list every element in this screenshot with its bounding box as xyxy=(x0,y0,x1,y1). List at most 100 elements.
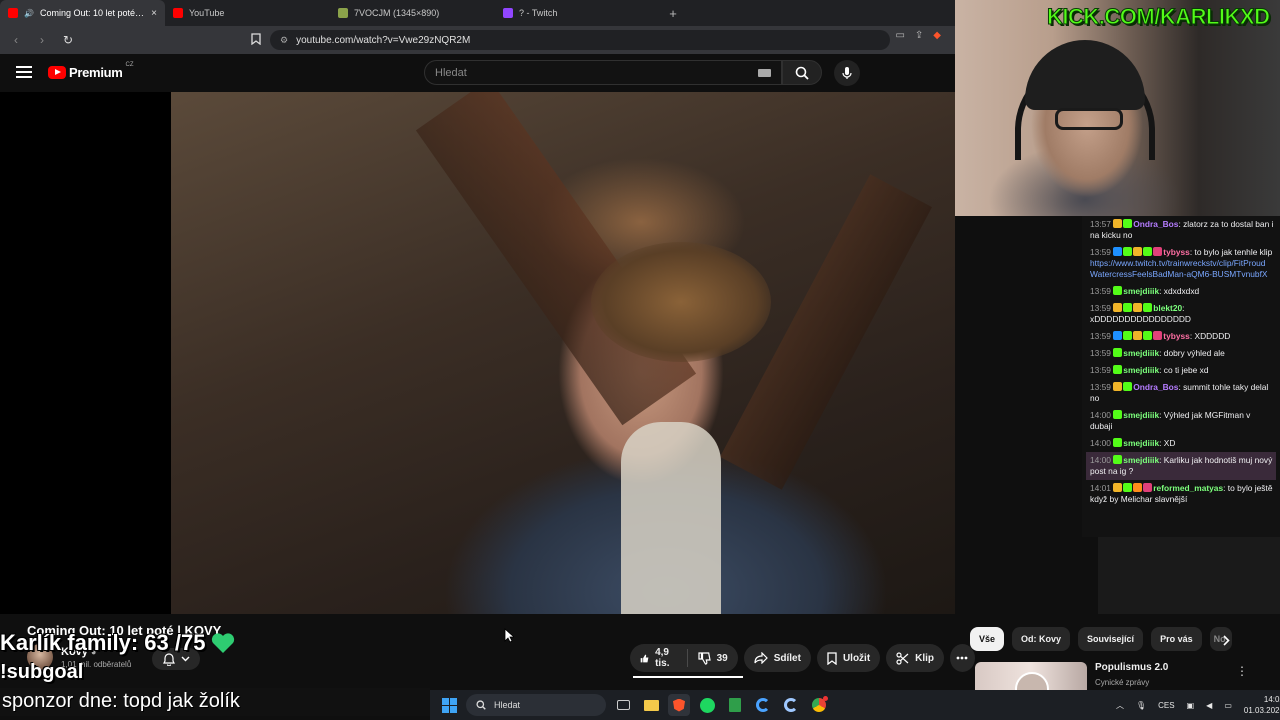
brave-browser-icon[interactable] xyxy=(668,694,690,716)
forward-icon[interactable]: › xyxy=(34,33,50,47)
chat-badge-icon xyxy=(1113,348,1123,357)
office-app-icon[interactable] xyxy=(724,694,746,716)
volume-icon[interactable]: ◀ xyxy=(1206,701,1212,710)
chrome-icon[interactable] xyxy=(808,694,830,716)
browser-tab[interactable]: 7VOCJM (1345×890) xyxy=(330,0,495,26)
chat-badge-icon xyxy=(1143,331,1153,340)
app-c-icon[interactable] xyxy=(752,694,774,716)
windows-start-icon[interactable] xyxy=(438,694,460,716)
chat-timestamp: 13:59 xyxy=(1090,247,1111,257)
video-player[interactable] xyxy=(0,92,955,614)
recommended-channel[interactable]: Cynické zprávy xyxy=(1095,678,1168,687)
chat-text: XDDDDD xyxy=(1194,331,1231,341)
browser-toolbar: ‹ › ↻ ⚙ youtube.com/watch?v=Vwe29zNQR2M … xyxy=(0,26,955,54)
tray-overflow-icon[interactable]: ︿ xyxy=(1116,700,1124,711)
chat-username[interactable]: smejdiiik xyxy=(1123,438,1159,448)
chat-timestamp: 13:59 xyxy=(1090,331,1111,341)
browser-tab[interactable]: YouTube xyxy=(165,0,330,26)
chat-username[interactable]: tybyss xyxy=(1163,247,1190,257)
microphone-tray-icon[interactable]: 🎙 xyxy=(1136,701,1146,710)
chat-username[interactable]: Ondra_Bos xyxy=(1133,382,1178,392)
taskbar-search-label: Hledat xyxy=(494,700,521,710)
clip-button[interactable]: Klip xyxy=(886,644,945,672)
tab-close-icon[interactable]: × xyxy=(151,8,157,19)
chips-next-button[interactable] xyxy=(1218,632,1234,648)
chat-link[interactable]: https://www.twitch.tv/trainwreckstv/clip… xyxy=(1090,258,1267,279)
language-indicator[interactable]: CES xyxy=(1158,701,1174,710)
new-tab-button[interactable]: + xyxy=(660,0,686,26)
filter-chip[interactable]: Od: Kovy xyxy=(1012,627,1071,651)
recommendation-menu-icon[interactable]: ⋮ xyxy=(1236,664,1248,678)
share-button[interactable]: Sdílet xyxy=(743,644,811,672)
chat-badge-icon xyxy=(1143,483,1153,492)
chat-badge-icon xyxy=(1123,331,1133,340)
dislike-button[interactable]: 39 xyxy=(688,644,738,672)
back-icon[interactable]: ‹ xyxy=(8,33,24,47)
browser-tab-bar: 🔊 Coming Out: 10 let poté | KOVY × YouTube 7… xyxy=(0,0,955,26)
clock-time: 14:02 xyxy=(1263,695,1280,704)
url-bar[interactable]: ⚙ youtube.com/watch?v=Vwe29zNQR2M xyxy=(270,30,890,50)
filter-chip[interactable]: Související xyxy=(1078,627,1144,651)
chat-username[interactable]: blekt20 xyxy=(1153,303,1182,313)
search-box xyxy=(424,60,782,85)
share-icon[interactable]: ⇪ xyxy=(915,30,923,41)
spotify-icon[interactable] xyxy=(696,694,718,716)
family-goal-overlay: Karlík family: 63 /75 xyxy=(0,630,235,656)
system-clock[interactable]: 14:02 01.03.2026 xyxy=(1244,694,1280,716)
mouse-cursor-icon xyxy=(504,628,514,643)
network-icon[interactable]: ▣ xyxy=(1187,701,1195,710)
chat-timestamp: 14:00 xyxy=(1090,410,1111,420)
menu-icon[interactable] xyxy=(16,66,32,78)
search-input[interactable] xyxy=(435,66,758,79)
share-label: Sdílet xyxy=(773,652,801,664)
recommended-video[interactable]: Populismus 2.0 Cynické zprávy xyxy=(975,662,1275,690)
chat-username[interactable]: Ondra_Bos xyxy=(1133,219,1178,229)
chat-overlay: 13:57 Ondra_Bos: zlatorz za to dostal ba… xyxy=(1082,216,1280,537)
reload-icon[interactable]: ↻ xyxy=(60,33,76,47)
chat-username[interactable]: smejdiiik xyxy=(1123,410,1159,420)
chat-username[interactable]: smejdiiik xyxy=(1123,365,1159,375)
bookmark-icon[interactable] xyxy=(248,32,264,48)
task-view-icon[interactable] xyxy=(612,694,634,716)
browser-tab[interactable]: 🔊 Coming Out: 10 let poté | KOVY × xyxy=(0,0,165,26)
recommended-title[interactable]: Populismus 2.0 xyxy=(1095,662,1168,673)
youtube-premium-logo[interactable]: Premium CZ xyxy=(48,62,134,80)
chat-username[interactable]: smejdiiik xyxy=(1123,455,1159,465)
chat-badge-icon xyxy=(1113,455,1123,464)
extension-icon[interactable]: ◆ xyxy=(933,30,941,41)
like-button[interactable]: 4,9 tis. xyxy=(630,644,687,672)
chat-badge-icon xyxy=(1113,247,1123,256)
chat-username[interactable]: tybyss xyxy=(1163,331,1190,341)
chat-timestamp: 13:59 xyxy=(1090,286,1111,296)
search-button[interactable] xyxy=(782,60,822,85)
taskbar-search[interactable]: Hledat xyxy=(466,694,606,716)
chat-badge-icon xyxy=(1113,410,1123,419)
chat-timestamp: 14:01 xyxy=(1090,483,1111,493)
voice-search-button[interactable] xyxy=(834,60,860,86)
chat-badge-icon xyxy=(1113,365,1123,374)
tab-audio-icon[interactable]: 🔊 xyxy=(24,9,34,18)
tab-title: Coming Out: 10 let poté | KOVY xyxy=(39,8,145,18)
chat-message: 14:01 reformed_matyas: to bylo ještě kdy… xyxy=(1090,483,1273,504)
file-explorer-icon[interactable] xyxy=(640,694,662,716)
chevron-down-icon xyxy=(181,656,189,662)
chat-username[interactable]: smejdiiik xyxy=(1123,348,1159,358)
chat-text: co ti jebe xd xyxy=(1163,365,1209,375)
filter-chip[interactable]: Pro vás xyxy=(1151,627,1202,651)
keyboard-icon[interactable] xyxy=(758,68,771,77)
chat-username[interactable]: smejdiiik xyxy=(1123,286,1159,296)
chat-badge-icon xyxy=(1133,247,1143,256)
taskbar-apps: Hledat xyxy=(438,694,830,716)
chat-badge-icon xyxy=(1113,382,1123,391)
youtube-play-icon xyxy=(48,66,66,79)
chat-message: 13:59 smejdiiik: co ti jebe xd xyxy=(1090,365,1209,375)
chat-username[interactable]: reformed_matyas xyxy=(1153,483,1223,493)
install-icon[interactable]: ▭ xyxy=(895,30,904,41)
site-info-icon[interactable]: ⚙ xyxy=(280,35,288,46)
save-button[interactable]: Uložit xyxy=(816,644,881,672)
browser-tab[interactable]: ? - Twitch xyxy=(495,0,660,26)
recommended-thumbnail[interactable] xyxy=(975,662,1087,690)
filter-chip[interactable]: Vše xyxy=(970,627,1005,651)
battery-icon[interactable]: ▭ xyxy=(1224,701,1232,710)
app-c2-icon[interactable] xyxy=(780,694,802,716)
